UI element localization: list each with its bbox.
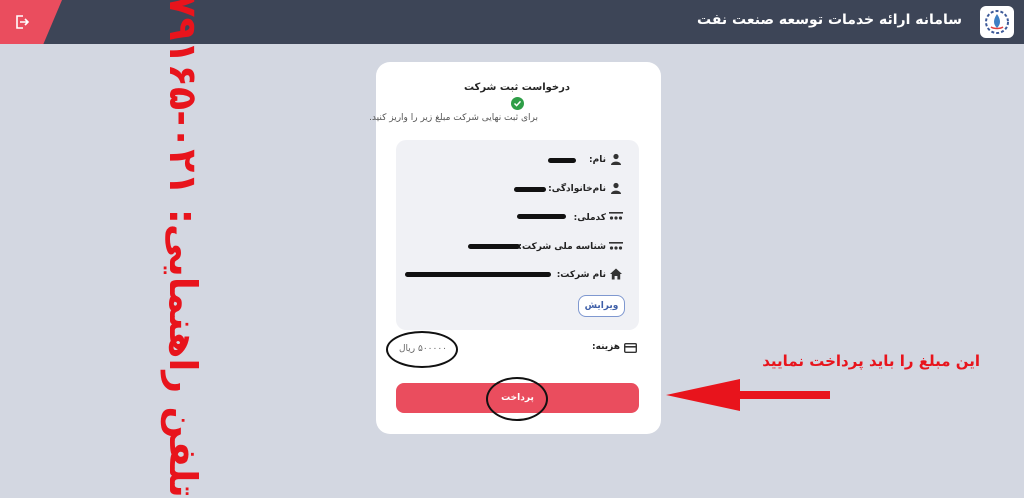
logout-button[interactable] (0, 0, 62, 44)
edit-button[interactable]: ویرایش (578, 295, 625, 317)
highlight-circle (486, 377, 548, 421)
card-subtitle: برای ثبت نهایی شرکت مبلغ زیر را واریز کن… (369, 113, 538, 123)
field-label-last-name: نام‌خانوادگی: (548, 184, 606, 194)
redacted-value (468, 244, 520, 249)
card-title: درخواست ثبت شرکت (463, 82, 570, 93)
logout-icon (14, 14, 30, 30)
field-label-national-code: کدملی: (573, 213, 606, 223)
oil-industry-logo-icon (980, 6, 1014, 38)
help-phone-note: تلفن راهنمایی: ۰۲۱-۷۹۱۶۵ (128, 0, 238, 498)
top-bar: سامانه ارائه خدمات توسعه صنعت نفت (0, 0, 1024, 44)
redacted-value (548, 158, 576, 163)
field-label-first-name: نام: (589, 155, 606, 165)
highlight-circle (386, 331, 458, 368)
dots-icon (609, 242, 623, 252)
dots-icon (609, 212, 623, 222)
field-label-company-name: نام شرکت: (556, 270, 606, 280)
arrow-left-icon (666, 378, 832, 412)
app-title: سامانه ارائه خدمات توسعه صنعت نفت (697, 12, 962, 28)
home-icon (610, 268, 622, 280)
check-circle-icon (511, 97, 524, 110)
credit-card-icon (624, 343, 637, 353)
help-phone-text: تلفن راهنمایی: ۰۲۱-۷۹۱۶۵ (161, 0, 206, 498)
person-icon (610, 153, 622, 165)
redacted-value (514, 187, 546, 192)
person-icon (610, 182, 622, 194)
payment-annotation: این مبلغ را باید پرداخت نمایید (762, 352, 980, 370)
field-label-company-national-id: شناسه ملی شرکت: (518, 242, 606, 252)
redacted-value (405, 272, 551, 277)
cost-label: هزینه: (592, 342, 620, 352)
redacted-value (517, 214, 566, 219)
